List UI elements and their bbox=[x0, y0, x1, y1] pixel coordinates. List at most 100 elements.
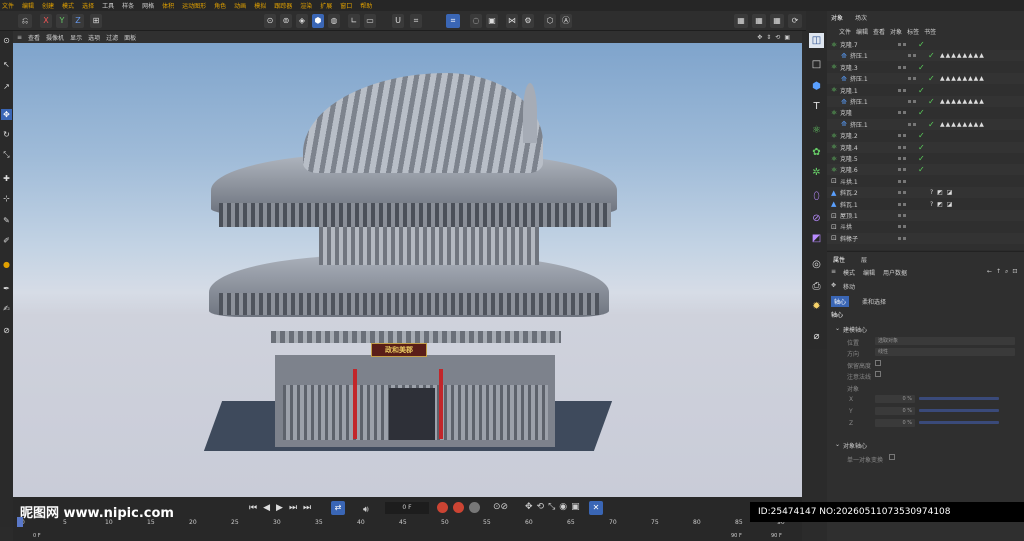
y-percent-field[interactable]: 0 % bbox=[875, 407, 915, 415]
sculpt-icon[interactable]: ✍ bbox=[1, 303, 12, 314]
light-icon[interactable]: ✹ bbox=[809, 299, 824, 314]
texture-mode-icon[interactable]: ◈ bbox=[296, 14, 308, 28]
object-row[interactable]: ⚛ 克隆.7 ✓ bbox=[827, 39, 1024, 50]
menu-item[interactable]: 编辑 bbox=[22, 1, 34, 10]
brush-icon[interactable]: ✐ bbox=[1, 235, 12, 246]
grid-snap-icon[interactable]: ⌗ bbox=[410, 14, 422, 28]
attr-menu-edit[interactable]: 编辑 bbox=[863, 268, 875, 277]
visibility-dots[interactable] bbox=[898, 157, 918, 160]
visibility-dots[interactable] bbox=[898, 225, 918, 229]
position-dropdown[interactable]: 选取对象 bbox=[875, 337, 1015, 345]
object-row[interactable]: ⚛ 克隆.5 ✓ bbox=[827, 153, 1024, 164]
z-percent-field[interactable]: 0 % bbox=[875, 419, 915, 427]
menu-item[interactable]: 渲染 bbox=[300, 1, 312, 10]
check-icon[interactable]: ✓ bbox=[918, 165, 930, 174]
object-menu-edit[interactable]: 编辑 bbox=[856, 27, 868, 37]
axis-icon[interactable]: ⊹ bbox=[1, 193, 12, 204]
max-frame-field[interactable]: 90 F bbox=[771, 533, 782, 539]
visibility-dots[interactable] bbox=[898, 43, 918, 46]
visibility-dots[interactable] bbox=[898, 168, 918, 172]
gear-icon[interactable]: ⚙ bbox=[522, 14, 534, 28]
object-row[interactable]: ⊡ 屋顶.1 bbox=[827, 210, 1024, 221]
x-percent-field[interactable]: 0 % bbox=[875, 395, 915, 403]
check-icon[interactable]: ✓ bbox=[928, 74, 940, 83]
menu-item[interactable]: 网格 bbox=[142, 1, 154, 10]
square-icon[interactable]: □ bbox=[809, 57, 824, 72]
subtab-pivot[interactable]: 轴心 bbox=[831, 296, 850, 307]
visibility-dots[interactable] bbox=[908, 54, 928, 58]
auto-key-icon[interactable] bbox=[453, 502, 464, 513]
attr-menu-userdata[interactable]: 用户数据 bbox=[883, 268, 907, 277]
menu-item[interactable]: 窗口 bbox=[340, 1, 352, 10]
tab-objects[interactable]: 对象 bbox=[831, 13, 843, 23]
x-slider[interactable] bbox=[919, 397, 999, 400]
object-menu-tags[interactable]: 标签 bbox=[907, 27, 919, 37]
check-icon[interactable]: ✓ bbox=[928, 97, 940, 106]
hamburger-icon[interactable]: ≡ bbox=[17, 34, 22, 41]
object-menu-view[interactable]: 查看 bbox=[873, 27, 885, 37]
tag-icon[interactable]: ⌀ bbox=[809, 329, 824, 344]
menu-item[interactable]: 创建 bbox=[42, 1, 54, 10]
object-row[interactable]: ⊡ 斗拱 bbox=[827, 221, 1024, 232]
y-slider[interactable] bbox=[919, 409, 999, 412]
loop-icon[interactable]: ⇄ bbox=[331, 501, 345, 515]
magnet-icon[interactable]: Ս bbox=[392, 14, 404, 28]
end-frame-field[interactable]: 90 F bbox=[731, 533, 742, 539]
redshift-icon[interactable]: ⟳ bbox=[788, 14, 802, 28]
object-row[interactable]: ⚛ 克隆 ✓ bbox=[827, 107, 1024, 118]
object-row[interactable]: ▲ 斜瓦.1 ? ◩ ◪ bbox=[827, 199, 1024, 210]
menu-item[interactable]: 工具 bbox=[102, 1, 114, 10]
menu-item[interactable]: 跟踪器 bbox=[274, 1, 292, 10]
spline-pen-icon[interactable]: ✒ bbox=[1, 283, 12, 294]
knife-icon[interactable]: ✎ bbox=[1, 215, 12, 226]
menu-item[interactable]: 扩展 bbox=[320, 1, 332, 10]
visibility-dots[interactable] bbox=[898, 65, 918, 69]
lock-icon[interactable]: ◌ bbox=[470, 14, 482, 28]
mograph-icon[interactable]: ✿ bbox=[809, 145, 824, 160]
field-icon[interactable]: ◩ bbox=[809, 231, 824, 246]
keep-height-checkbox[interactable] bbox=[875, 360, 881, 366]
visibility-dots[interactable] bbox=[898, 214, 918, 217]
playback-controls[interactable]: ⏮◀▶⏭⏭ bbox=[249, 503, 317, 513]
pointer-icon[interactable]: ↗ bbox=[1, 81, 12, 92]
check-icon[interactable]: ✓ bbox=[918, 154, 930, 163]
render-picture-icon[interactable]: ▦ bbox=[734, 14, 748, 28]
nurbs-icon[interactable]: ⬯ bbox=[809, 189, 824, 204]
move-icon[interactable]: ✥ bbox=[1, 109, 12, 120]
object-row[interactable]: ⊡ 斗拱.1 bbox=[827, 176, 1024, 187]
axis-x-toggle[interactable]: X bbox=[40, 14, 52, 28]
render-queue-icon[interactable]: ▦ bbox=[752, 14, 766, 28]
keyframe-icon[interactable] bbox=[469, 502, 480, 513]
camera-icon[interactable]: ⎙ bbox=[809, 279, 824, 294]
tab-takes[interactable]: 场次 bbox=[855, 13, 867, 23]
motion-icon[interactable]: ⊙⊘ bbox=[493, 502, 508, 512]
object-row[interactable]: ⟰ 挤压.1 ✓ ▲▲▲▲▲▲▲▲ bbox=[827, 50, 1024, 62]
scale-icon[interactable]: ⤡ bbox=[1, 149, 12, 160]
tab-layers[interactable]: 层 bbox=[861, 255, 867, 264]
menu-item[interactable]: 选择 bbox=[82, 1, 94, 10]
check-icon[interactable]: ✓ bbox=[928, 120, 940, 129]
snap-icon[interactable]: ∟ bbox=[348, 14, 360, 28]
attr-nav-icons[interactable]: ←↑⌕⊡ bbox=[987, 268, 1021, 276]
object-row[interactable]: ⚛ 克隆.4 ✓ bbox=[827, 141, 1024, 153]
object-tags[interactable]: ▲▲▲▲▲▲▲▲ bbox=[940, 75, 985, 82]
object-row[interactable]: ▲ 斜瓦.2 ? ◩ ◪ bbox=[827, 187, 1024, 199]
key-interp-icon[interactable]: ✕ bbox=[589, 501, 603, 515]
3d-viewport[interactable]: 政和美郡 bbox=[13, 43, 802, 497]
check-icon[interactable]: ✓ bbox=[928, 51, 940, 60]
key-tools-icons[interactable]: ✥⟲⤡◉▣ bbox=[525, 502, 584, 512]
visibility-dots[interactable] bbox=[898, 236, 918, 240]
workplane-icon[interactable]: ▭ bbox=[364, 14, 376, 28]
camera-object-icon[interactable]: ◫ bbox=[809, 33, 824, 48]
menu-item[interactable]: 动画 bbox=[234, 1, 246, 10]
magnet-tool-icon[interactable]: ⊘ bbox=[1, 325, 12, 336]
visibility-dots[interactable] bbox=[908, 122, 928, 126]
render-settings-icon[interactable]: ⊚ bbox=[280, 14, 292, 28]
object-menu-bookmarks[interactable]: 书签 bbox=[924, 27, 936, 37]
hexagon-icon[interactable]: ⬡ bbox=[544, 14, 556, 28]
sound-icon[interactable]: 🔊︎ bbox=[363, 505, 369, 515]
menu-item[interactable]: 角色 bbox=[214, 1, 226, 10]
spline-icon[interactable]: ⊘ bbox=[809, 211, 824, 226]
object-tags[interactable]: ▲▲▲▲▲▲▲▲ bbox=[940, 121, 985, 128]
viewport-nav-icons[interactable]: ✥⇕⟲▣ bbox=[757, 34, 794, 41]
